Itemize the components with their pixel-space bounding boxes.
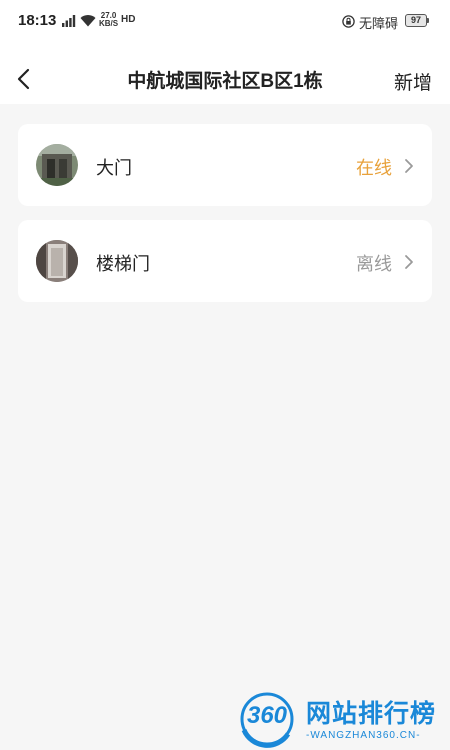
battery-level: 97 (410, 15, 421, 25)
device-avatar (36, 144, 78, 186)
device-card-stair-door[interactable]: 楼梯门 离线 (18, 220, 432, 302)
device-card-main-gate[interactable]: 大门 在线 (18, 124, 432, 206)
device-name: 大门 (96, 158, 132, 178)
chevron-right-icon (405, 159, 413, 173)
network-speed-unit: KB/S (99, 19, 119, 28)
battery-icon: 97 (405, 14, 427, 27)
watermark-logo: 360 (246, 702, 288, 729)
nav-bar: 中航城国际社区B区1栋 新增 (0, 52, 450, 104)
network-speed: 27.0 KB/S (99, 12, 118, 28)
device-photo-image (36, 240, 78, 282)
watermark-subtext: -WANGZHAN360.CN- (306, 730, 421, 741)
chevron-right-icon (405, 255, 413, 269)
watermark-text: 网站排行榜 (306, 700, 437, 728)
device-status: 离线 (356, 254, 392, 274)
device-photo-image (36, 144, 78, 186)
page-title: 中航城国际社区B区1栋 (127, 71, 323, 92)
device-name: 楼梯门 (96, 254, 150, 274)
hd-indicator: HD (121, 14, 136, 25)
add-button[interactable]: 新增 (394, 68, 432, 95)
device-status: 在线 (356, 158, 392, 178)
cellular-signal-icon (62, 15, 76, 27)
watermark: 360 网站排行榜 -WANGZHAN360.CN- (238, 688, 448, 748)
device-avatar (36, 240, 78, 282)
accessibility-label: 无障碍 (359, 16, 399, 31)
battery-tip (427, 18, 429, 23)
lock-icon (342, 15, 355, 28)
wifi-icon (80, 15, 96, 27)
status-time: 18:13 (18, 12, 57, 29)
status-bar: 18:13 27.0 KB/S HD 无障碍 97 (0, 0, 450, 44)
